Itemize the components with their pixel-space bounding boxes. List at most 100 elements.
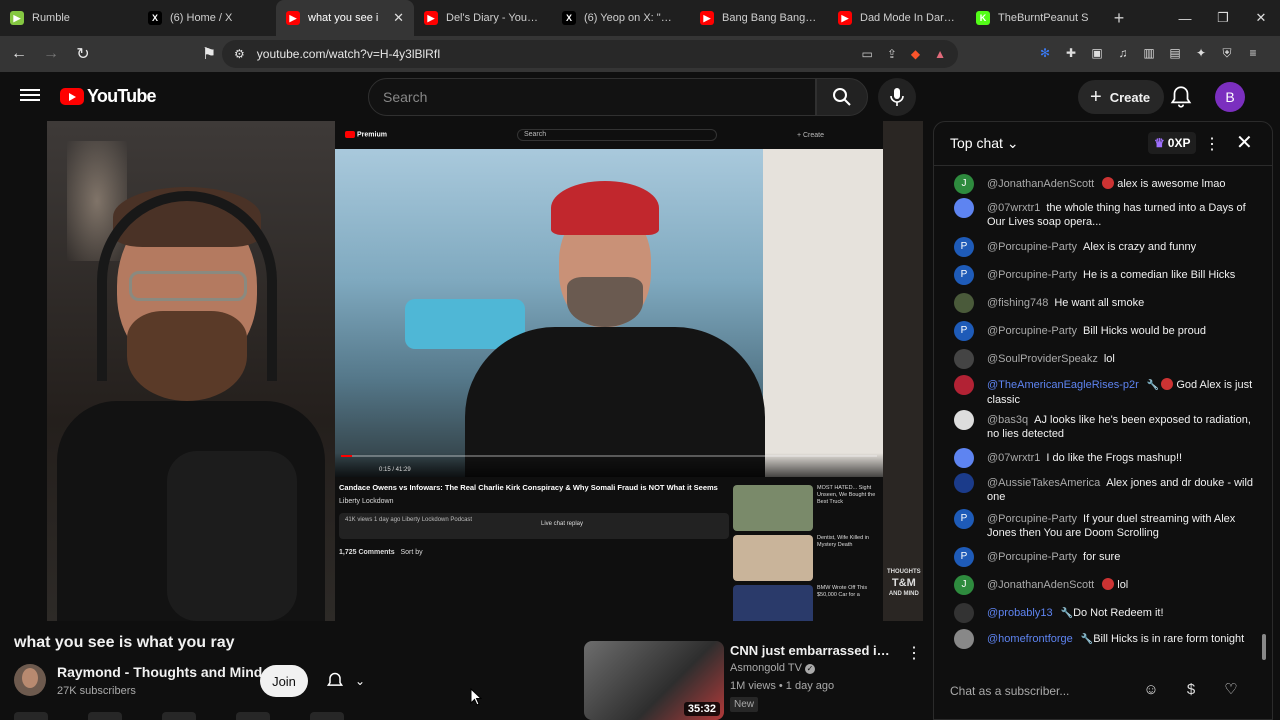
browser-tab[interactable]: K TheBurntPeanut S bbox=[966, 0, 1104, 36]
site-info-icon[interactable]: ⚙ bbox=[234, 47, 245, 61]
action-button[interactable] bbox=[310, 712, 344, 720]
browser-tab[interactable]: ▶ Dad Mode In Dark M bbox=[828, 0, 966, 36]
vpn-icon[interactable]: ⛨ bbox=[1218, 44, 1236, 62]
cast-icon[interactable]: ▭ bbox=[861, 47, 872, 61]
points-badge[interactable]: ♛ 0XP bbox=[1148, 132, 1197, 154]
maximize-icon[interactable]: ❐ bbox=[1204, 0, 1242, 36]
back-icon[interactable]: ← bbox=[6, 41, 32, 67]
music-icon[interactable]: ♫ bbox=[1114, 44, 1132, 62]
chat-author-avatar[interactable] bbox=[954, 629, 974, 649]
search-button[interactable] bbox=[816, 78, 868, 116]
chat-author-avatar[interactable] bbox=[954, 293, 974, 313]
chat-author-avatar[interactable] bbox=[954, 375, 974, 395]
chat-author-name[interactable]: @Porcupine-Party bbox=[987, 325, 1077, 337]
chat-author-name[interactable]: @Porcupine-Party bbox=[987, 241, 1077, 253]
video-player[interactable]: Premium Search + Create 0:15 / 41:29 Can… bbox=[47, 121, 923, 621]
recommended-thumbnail[interactable]: 35:32 bbox=[584, 641, 724, 720]
forward-icon[interactable]: → bbox=[38, 41, 64, 67]
super-chat-icon[interactable]: $ bbox=[1180, 678, 1202, 700]
extensions-bar: ✻ ✚ ▣ ♫ ▥ ▤ ✦ ⛨ ≡ bbox=[1036, 44, 1262, 62]
chat-author-avatar[interactable]: P bbox=[954, 509, 974, 529]
action-button[interactable] bbox=[162, 712, 196, 720]
crown-icon: ♛ bbox=[1154, 136, 1165, 150]
inner-create: + Create bbox=[796, 131, 825, 139]
minimize-icon[interactable]: — bbox=[1166, 0, 1204, 36]
subscription-bell-button[interactable]: ⌄ bbox=[316, 665, 374, 697]
sidebar-icon[interactable]: ▥ bbox=[1140, 44, 1158, 62]
emoji-icon[interactable]: ☺ bbox=[1140, 678, 1162, 700]
action-button[interactable] bbox=[14, 712, 48, 720]
wallet-icon[interactable]: ▤ bbox=[1166, 44, 1184, 62]
share-icon[interactable]: ⇪ bbox=[887, 47, 897, 61]
browser-tab[interactable]: X (6) Yeop on X: "@Fors bbox=[552, 0, 690, 36]
brave-rewards-icon[interactable]: ▲ bbox=[934, 47, 946, 61]
chat-author-avatar[interactable] bbox=[954, 198, 974, 218]
browser-tab[interactable]: ▶ what you see i ✕ bbox=[276, 0, 414, 36]
chat-author-avatar[interactable]: P bbox=[954, 321, 974, 341]
chat-author-name[interactable]: @07wrxtr1 bbox=[987, 452, 1040, 464]
notifications-bell-icon[interactable] bbox=[1168, 84, 1194, 110]
reader-icon[interactable]: ▣ bbox=[1088, 44, 1106, 62]
heart-icon[interactable]: ♡ bbox=[1220, 678, 1242, 700]
chat-author-avatar[interactable]: J bbox=[954, 575, 974, 595]
moderator-wrench-icon: 🔧 bbox=[1060, 608, 1074, 619]
create-button[interactable]: + Create bbox=[1078, 80, 1165, 114]
chat-author-avatar[interactable] bbox=[954, 410, 974, 430]
channel-avatar[interactable] bbox=[14, 664, 46, 696]
youtube-logo[interactable]: YouTube bbox=[60, 86, 157, 107]
new-badge: New bbox=[730, 697, 759, 712]
chat-scrollbar[interactable] bbox=[1262, 174, 1268, 674]
chat-more-icon[interactable]: ⋮ bbox=[1204, 134, 1220, 154]
brave-shield-icon[interactable]: ◆ bbox=[911, 47, 920, 61]
join-button[interactable]: Join bbox=[260, 665, 308, 697]
close-tab-icon[interactable]: ✕ bbox=[393, 10, 404, 26]
new-tab-button[interactable]: + bbox=[1104, 8, 1134, 29]
chat-author-avatar[interactable] bbox=[954, 603, 974, 623]
browser-tab[interactable]: ▶ Bang Bang Bang! HD bbox=[690, 0, 828, 36]
close-chat-icon[interactable]: ✕ bbox=[1236, 130, 1253, 155]
reload-icon[interactable]: ↻ bbox=[70, 41, 96, 67]
action-button[interactable] bbox=[88, 712, 122, 720]
chat-author-name[interactable]: @07wrxtr1 bbox=[987, 202, 1040, 214]
recommended-title[interactable]: CNN just embarrassed itself... bbox=[730, 643, 890, 658]
leo-icon[interactable]: ✦ bbox=[1192, 44, 1210, 62]
chat-author-avatar[interactable] bbox=[954, 473, 974, 493]
chat-input[interactable]: Chat as a subscriber... bbox=[950, 684, 1150, 698]
account-avatar[interactable]: B bbox=[1215, 82, 1245, 112]
url-bar[interactable]: ⚙ youtube.com/watch?v=H-4y3lBlRfI ▭ ⇪ ◆ … bbox=[222, 40, 958, 68]
chat-author-name[interactable]: @Porcupine-Party bbox=[987, 269, 1077, 281]
browser-tab[interactable]: ▶ Rumble bbox=[0, 0, 138, 36]
chat-author-avatar[interactable]: J bbox=[954, 174, 974, 194]
search-input[interactable]: Search bbox=[368, 78, 816, 116]
chat-author-name[interactable]: @SoulProviderSpeakz bbox=[987, 353, 1098, 365]
chat-author-name[interactable]: @bas3q bbox=[987, 414, 1028, 426]
action-button[interactable] bbox=[236, 712, 270, 720]
chat-author-avatar[interactable]: P bbox=[954, 547, 974, 567]
top-chat-dropdown[interactable]: Top chat ⌄ bbox=[950, 135, 1019, 152]
puzzle-icon[interactable]: ✚ bbox=[1062, 44, 1080, 62]
chat-author-avatar[interactable] bbox=[954, 349, 974, 369]
chat-author-name[interactable]: @probably13 bbox=[987, 607, 1053, 619]
chat-author-avatar[interactable]: P bbox=[954, 265, 974, 285]
chat-author-name[interactable]: @Porcupine-Party bbox=[987, 513, 1077, 525]
chat-author-name[interactable]: @AussieTakesAmerica bbox=[987, 477, 1100, 489]
chat-message-text: lol bbox=[1117, 579, 1129, 591]
bookmark-icon[interactable]: ⚑ bbox=[196, 41, 222, 67]
browser-tab[interactable]: X (6) Home / X bbox=[138, 0, 276, 36]
chat-author-name[interactable]: @fishing748 bbox=[987, 297, 1048, 309]
chat-author-name[interactable]: @JonathanAdenScott bbox=[987, 579, 1094, 591]
chat-author-name[interactable]: @TheAmericanEagleRises-p2r bbox=[987, 379, 1139, 391]
voice-search-button[interactable] bbox=[878, 78, 916, 116]
close-window-icon[interactable]: ✕ bbox=[1242, 0, 1280, 36]
more-options-icon[interactable]: ⋮ bbox=[906, 643, 922, 663]
channel-name[interactable]: Raymond - Thoughts and Mind bbox=[57, 664, 262, 680]
browser-tab[interactable]: ▶ Del's Diary - YouTube bbox=[414, 0, 552, 36]
menu-icon[interactable]: ≡ bbox=[1244, 44, 1262, 62]
chat-author-avatar[interactable]: P bbox=[954, 237, 974, 257]
chat-author-name[interactable]: @JonathanAdenScott bbox=[987, 178, 1094, 190]
extension-icon[interactable]: ✻ bbox=[1036, 44, 1054, 62]
chat-author-name[interactable]: @Porcupine-Party bbox=[987, 551, 1077, 563]
hamburger-menu-icon[interactable] bbox=[20, 86, 40, 106]
chat-author-avatar[interactable] bbox=[954, 448, 974, 468]
chat-author-name[interactable]: @homefrontforge bbox=[987, 633, 1073, 645]
